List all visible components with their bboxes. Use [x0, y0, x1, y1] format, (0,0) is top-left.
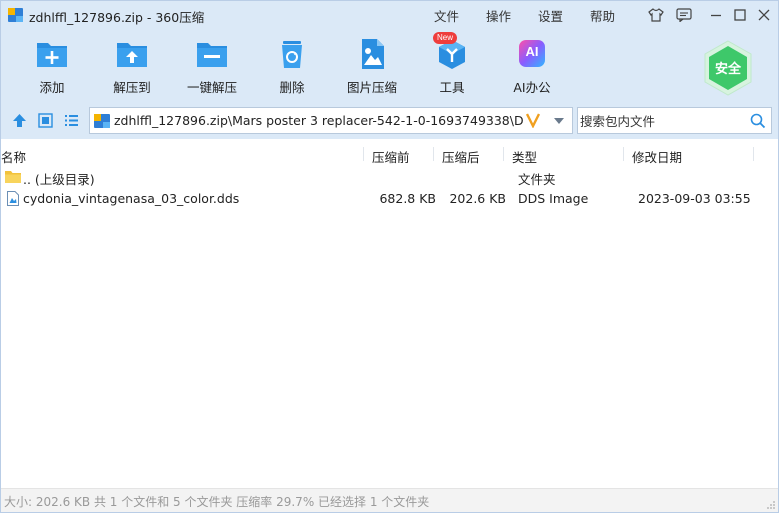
zip-file-icon	[94, 114, 110, 128]
feedback-icon[interactable]	[675, 6, 693, 24]
app-zip-icon	[8, 8, 23, 22]
tools-button[interactable]: New 工具	[417, 32, 487, 97]
image-compress-button[interactable]: 图片压缩	[337, 37, 407, 97]
address-bar: zdhlffl_127896.zip\Mars poster 3 replace…	[1, 103, 778, 139]
column-modified[interactable]: 修改日期	[632, 147, 682, 166]
row-size-before: 682.8 KB	[379, 191, 436, 206]
window-title: zdhlffl_127896.zip - 360压缩	[29, 10, 205, 25]
image-compress-label: 图片压缩	[346, 80, 397, 95]
search-icon[interactable]	[750, 113, 766, 132]
up-arrow-icon[interactable]	[12, 113, 27, 128]
extract-to-icon	[117, 43, 147, 67]
resize-grip-icon[interactable]	[766, 500, 776, 510]
path-field[interactable]: zdhlffl_127896.zip\Mars poster 3 replace…	[89, 107, 573, 134]
ai-office-icon: AI	[514, 37, 550, 71]
delete-label: 删除	[279, 80, 305, 95]
column-type[interactable]: 类型	[512, 147, 537, 166]
image-compress-icon	[362, 39, 384, 69]
one-click-extract-icon	[197, 43, 227, 67]
tools-label: 工具	[439, 80, 465, 95]
skin-shirt-icon[interactable]	[647, 6, 665, 24]
add-label: 添加	[39, 80, 65, 95]
status-bar: 大小: 202.6 KB 共 1 个文件和 5 个文件夹 压缩率 29.7% 已…	[1, 488, 778, 512]
folder-icon	[5, 171, 21, 183]
dropdown-arrow-icon[interactable]	[553, 117, 565, 125]
add-folder-icon	[37, 43, 67, 67]
extract-to-label: 解压到	[113, 80, 151, 95]
list-item[interactable]: .. (上级目录) 文件夹	[1, 166, 778, 188]
search-input[interactable]	[580, 112, 740, 130]
ai-office-label: AI办公	[513, 80, 551, 95]
secure-label: 安全	[714, 62, 741, 77]
trash-icon	[282, 41, 302, 68]
menu-help[interactable]: 帮助	[590, 6, 615, 25]
delete-button[interactable]: 删除	[257, 37, 327, 97]
menu-operation[interactable]: 操作	[486, 6, 511, 25]
column-separator[interactable]	[753, 147, 754, 161]
checkmark-v-icon	[526, 113, 540, 128]
thumbnail-view-icon[interactable]	[38, 113, 53, 128]
ai-office-button[interactable]: AI AI办公	[497, 37, 567, 97]
title-bar: zdhlffl_127896.zip - 360压缩 文件 操作 设置 帮助	[1, 1, 778, 29]
column-compressed-before[interactable]: 压缩前	[372, 147, 410, 166]
list-header: 名称 压缩前 压缩后 类型 修改日期	[1, 144, 778, 166]
status-text: 大小: 202.6 KB 共 1 个文件和 5 个文件夹 压缩率 29.7% 已…	[4, 495, 430, 509]
row-name: cydonia_vintagenasa_03_color.dds	[23, 191, 240, 206]
row-type: DDS Image	[518, 191, 589, 206]
column-compressed-after[interactable]: 压缩后	[442, 147, 480, 166]
one-click-extract-button[interactable]: 一键解压	[177, 37, 247, 97]
extract-to-button[interactable]: 解压到	[97, 37, 167, 97]
row-name: .. (上级目录)	[23, 172, 95, 187]
menu-settings[interactable]: 设置	[538, 6, 563, 25]
one-click-extract-label: 一键解压	[186, 80, 237, 95]
search-box	[577, 107, 772, 134]
row-size-after: 202.6 KB	[449, 191, 506, 206]
list-item[interactable]: cydonia_vintagenasa_03_color.dds 682.8 K…	[1, 188, 778, 210]
toolbar: 添加 解压到 一键解压 删除 图片压缩 New 工具 AI AI办公 安全	[1, 29, 778, 103]
column-name[interactable]: 名称	[1, 147, 26, 166]
minimize-icon[interactable]	[707, 6, 725, 24]
column-separator[interactable]	[433, 147, 434, 161]
menu-file[interactable]: 文件	[434, 6, 459, 25]
new-badge: New	[433, 32, 458, 44]
column-separator[interactable]	[503, 147, 504, 161]
list-view-icon[interactable]	[64, 113, 79, 128]
row-type: 文件夹	[518, 172, 556, 187]
secure-shield[interactable]: 安全	[702, 40, 754, 96]
path-text: zdhlffl_127896.zip\Mars poster 3 replace…	[114, 113, 524, 128]
maximize-icon[interactable]	[731, 6, 749, 24]
dds-file-icon	[7, 191, 19, 206]
ai-icon-text: AI	[525, 44, 539, 59]
close-icon[interactable]	[755, 6, 773, 24]
app-window: zdhlffl_127896.zip - 360压缩 文件 操作 设置 帮助 添…	[0, 0, 779, 513]
row-modified: 2023-09-03 03:55	[638, 191, 751, 206]
column-separator[interactable]	[623, 147, 624, 161]
add-button[interactable]: 添加	[17, 37, 87, 97]
column-separator[interactable]	[363, 147, 364, 161]
